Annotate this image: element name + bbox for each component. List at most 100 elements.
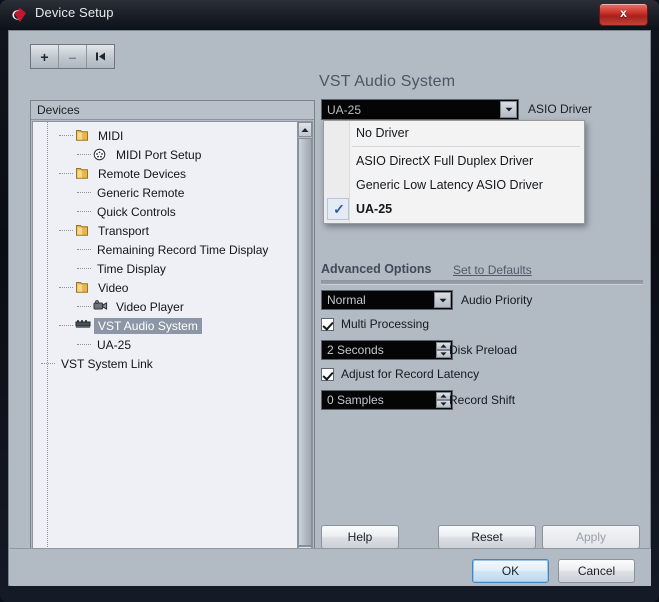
- audio-priority-combo[interactable]: Normal: [321, 290, 453, 310]
- folder-icon: [76, 281, 88, 293]
- tree-connector-icon: [59, 324, 73, 327]
- disk-preload-label: Disk Preload: [449, 343, 518, 357]
- ok-button[interactable]: OK: [472, 559, 549, 583]
- footer-bar: OK Cancel: [10, 549, 651, 586]
- dropdown-option-label: No Driver: [356, 126, 409, 140]
- dropdown-option-label: UA-25: [356, 202, 393, 216]
- folder-icon: [76, 129, 88, 141]
- asio-driver-combo[interactable]: UA-25: [321, 99, 519, 120]
- tree-item-label: VST System Link: [61, 356, 153, 371]
- folder-icon: [76, 167, 88, 179]
- page-title: VST Audio System: [319, 73, 456, 90]
- cancel-button[interactable]: Cancel: [558, 559, 635, 583]
- scroll-up-icon[interactable]: [298, 122, 312, 137]
- tree-item-label: Remote Devices: [98, 166, 187, 181]
- disk-preload-field[interactable]: 2 Seconds: [321, 340, 453, 360]
- dropdown-option-no-driver[interactable]: No Driver: [324, 121, 584, 145]
- dropdown-option-label: ASIO DirectX Full Duplex Driver: [356, 154, 534, 168]
- tree-item-midi[interactable]: MIDI: [33, 126, 299, 145]
- tree-item-remaining-record-time-display[interactable]: Remaining Record Time Display: [33, 240, 299, 259]
- chevron-down-icon[interactable]: [434, 292, 451, 308]
- midi-port-icon: [93, 148, 106, 160]
- audio-priority-value: Normal: [327, 293, 366, 307]
- tree-item-midi-port-setup[interactable]: MIDI Port Setup: [33, 145, 299, 164]
- multi-processing-checkbox[interactable]: Multi Processing: [321, 317, 429, 331]
- folder-icon: [76, 224, 88, 236]
- set-to-defaults-link[interactable]: Set to Defaults: [453, 263, 532, 277]
- tree-item-ua-25[interactable]: UA-25: [33, 335, 299, 354]
- tree-vertical-scroll-thumb[interactable]: [298, 138, 312, 546]
- adjust-record-latency-checkbox[interactable]: Adjust for Record Latency: [321, 367, 479, 381]
- chevron-down-icon[interactable]: [500, 101, 517, 118]
- remove-device-button[interactable]: –: [59, 45, 87, 68]
- tree-vertical-scrollbar[interactable]: [297, 121, 313, 562]
- tree-connector-icon: [77, 305, 91, 308]
- folder-icon: [75, 167, 91, 181]
- video-player-icon: [93, 299, 108, 310]
- tree-item-vst-audio-system[interactable]: VST Audio System: [33, 316, 299, 335]
- reset-button[interactable]: Reset: [438, 525, 536, 549]
- folder-icon: [75, 281, 91, 295]
- tree-item-label: Time Display: [97, 261, 166, 276]
- tree-connector-icon: [41, 362, 55, 365]
- tree-item-label: Quick Controls: [97, 204, 176, 219]
- skip-back-icon: [96, 52, 105, 61]
- audio-card-icon: [75, 319, 91, 328]
- close-button[interactable]: x: [599, 3, 648, 26]
- tree-item-quick-controls[interactable]: Quick Controls: [33, 202, 299, 221]
- record-shift-field[interactable]: 0 Samples: [321, 390, 453, 410]
- tree-item-generic-remote[interactable]: Generic Remote: [33, 183, 299, 202]
- dropdown-option-ua-25[interactable]: ✓ UA-25: [324, 197, 584, 221]
- check-icon: ✓: [333, 201, 345, 217]
- title-bar: Device Setup x: [0, 0, 659, 30]
- adjust-record-latency-label: Adjust for Record Latency: [341, 367, 480, 381]
- tree-item-video[interactable]: Video: [33, 278, 299, 297]
- audio-priority-label: Audio Priority: [461, 293, 533, 307]
- tree-item-remote-devices[interactable]: Remote Devices: [33, 164, 299, 183]
- record-shift-label: Record Shift: [449, 393, 516, 407]
- tree-item-transport[interactable]: Transport: [33, 221, 299, 240]
- tree-item-label: Video Player: [116, 299, 184, 314]
- tree-connector-icon: [59, 172, 73, 175]
- window-title: Device Setup: [35, 5, 114, 20]
- disk-preload-value: 2 Seconds: [327, 343, 384, 357]
- devices-tree[interactable]: MIDI MIDI Port Setup Remote Devices Generic…: [32, 121, 299, 562]
- tree-item-vst-system-link[interactable]: VST System Link: [33, 354, 299, 373]
- tree-item-time-display[interactable]: Time Display: [33, 259, 299, 278]
- tree-item-video-player[interactable]: Video Player: [33, 297, 299, 316]
- tree-connector-icon: [59, 286, 73, 289]
- help-button[interactable]: Help: [321, 525, 399, 549]
- reset-device-button[interactable]: [87, 45, 114, 68]
- tree-connector-icon: [59, 134, 73, 137]
- devices-header-label: Devices: [31, 101, 314, 120]
- dropdown-option-generic-low-latency-asio-driver[interactable]: Generic Low Latency ASIO Driver: [324, 173, 584, 197]
- apply-button[interactable]: Apply: [542, 525, 640, 549]
- window-frame: Device Setup x + – Devices MIDI MIDI Port…: [0, 0, 659, 602]
- video-player-icon: [93, 299, 109, 314]
- tree-connector-icon: [59, 229, 73, 232]
- dropdown-option-label: Generic Low Latency ASIO Driver: [356, 178, 543, 192]
- dropdown-separator: [352, 146, 580, 147]
- dropdown-option-asio-directx-full-duplex-driver[interactable]: ASIO DirectX Full Duplex Driver: [324, 149, 584, 173]
- tree-connector-icon: [77, 210, 91, 213]
- tree-item-label: UA-25: [97, 337, 132, 352]
- advanced-options-title: Advanced Options: [321, 262, 432, 276]
- tree-toolbar: + –: [30, 44, 115, 69]
- folder-icon: [75, 224, 91, 238]
- cubase-logo-icon: [12, 7, 28, 23]
- add-device-button[interactable]: +: [31, 45, 59, 68]
- advanced-options-divider: [321, 280, 643, 285]
- checkbox-checked-icon: [321, 367, 334, 381]
- tree-item-label: MIDI: [98, 128, 124, 143]
- asio-driver-dropdown[interactable]: No Driver ASIO DirectX Full Duplex Driver…: [323, 120, 585, 224]
